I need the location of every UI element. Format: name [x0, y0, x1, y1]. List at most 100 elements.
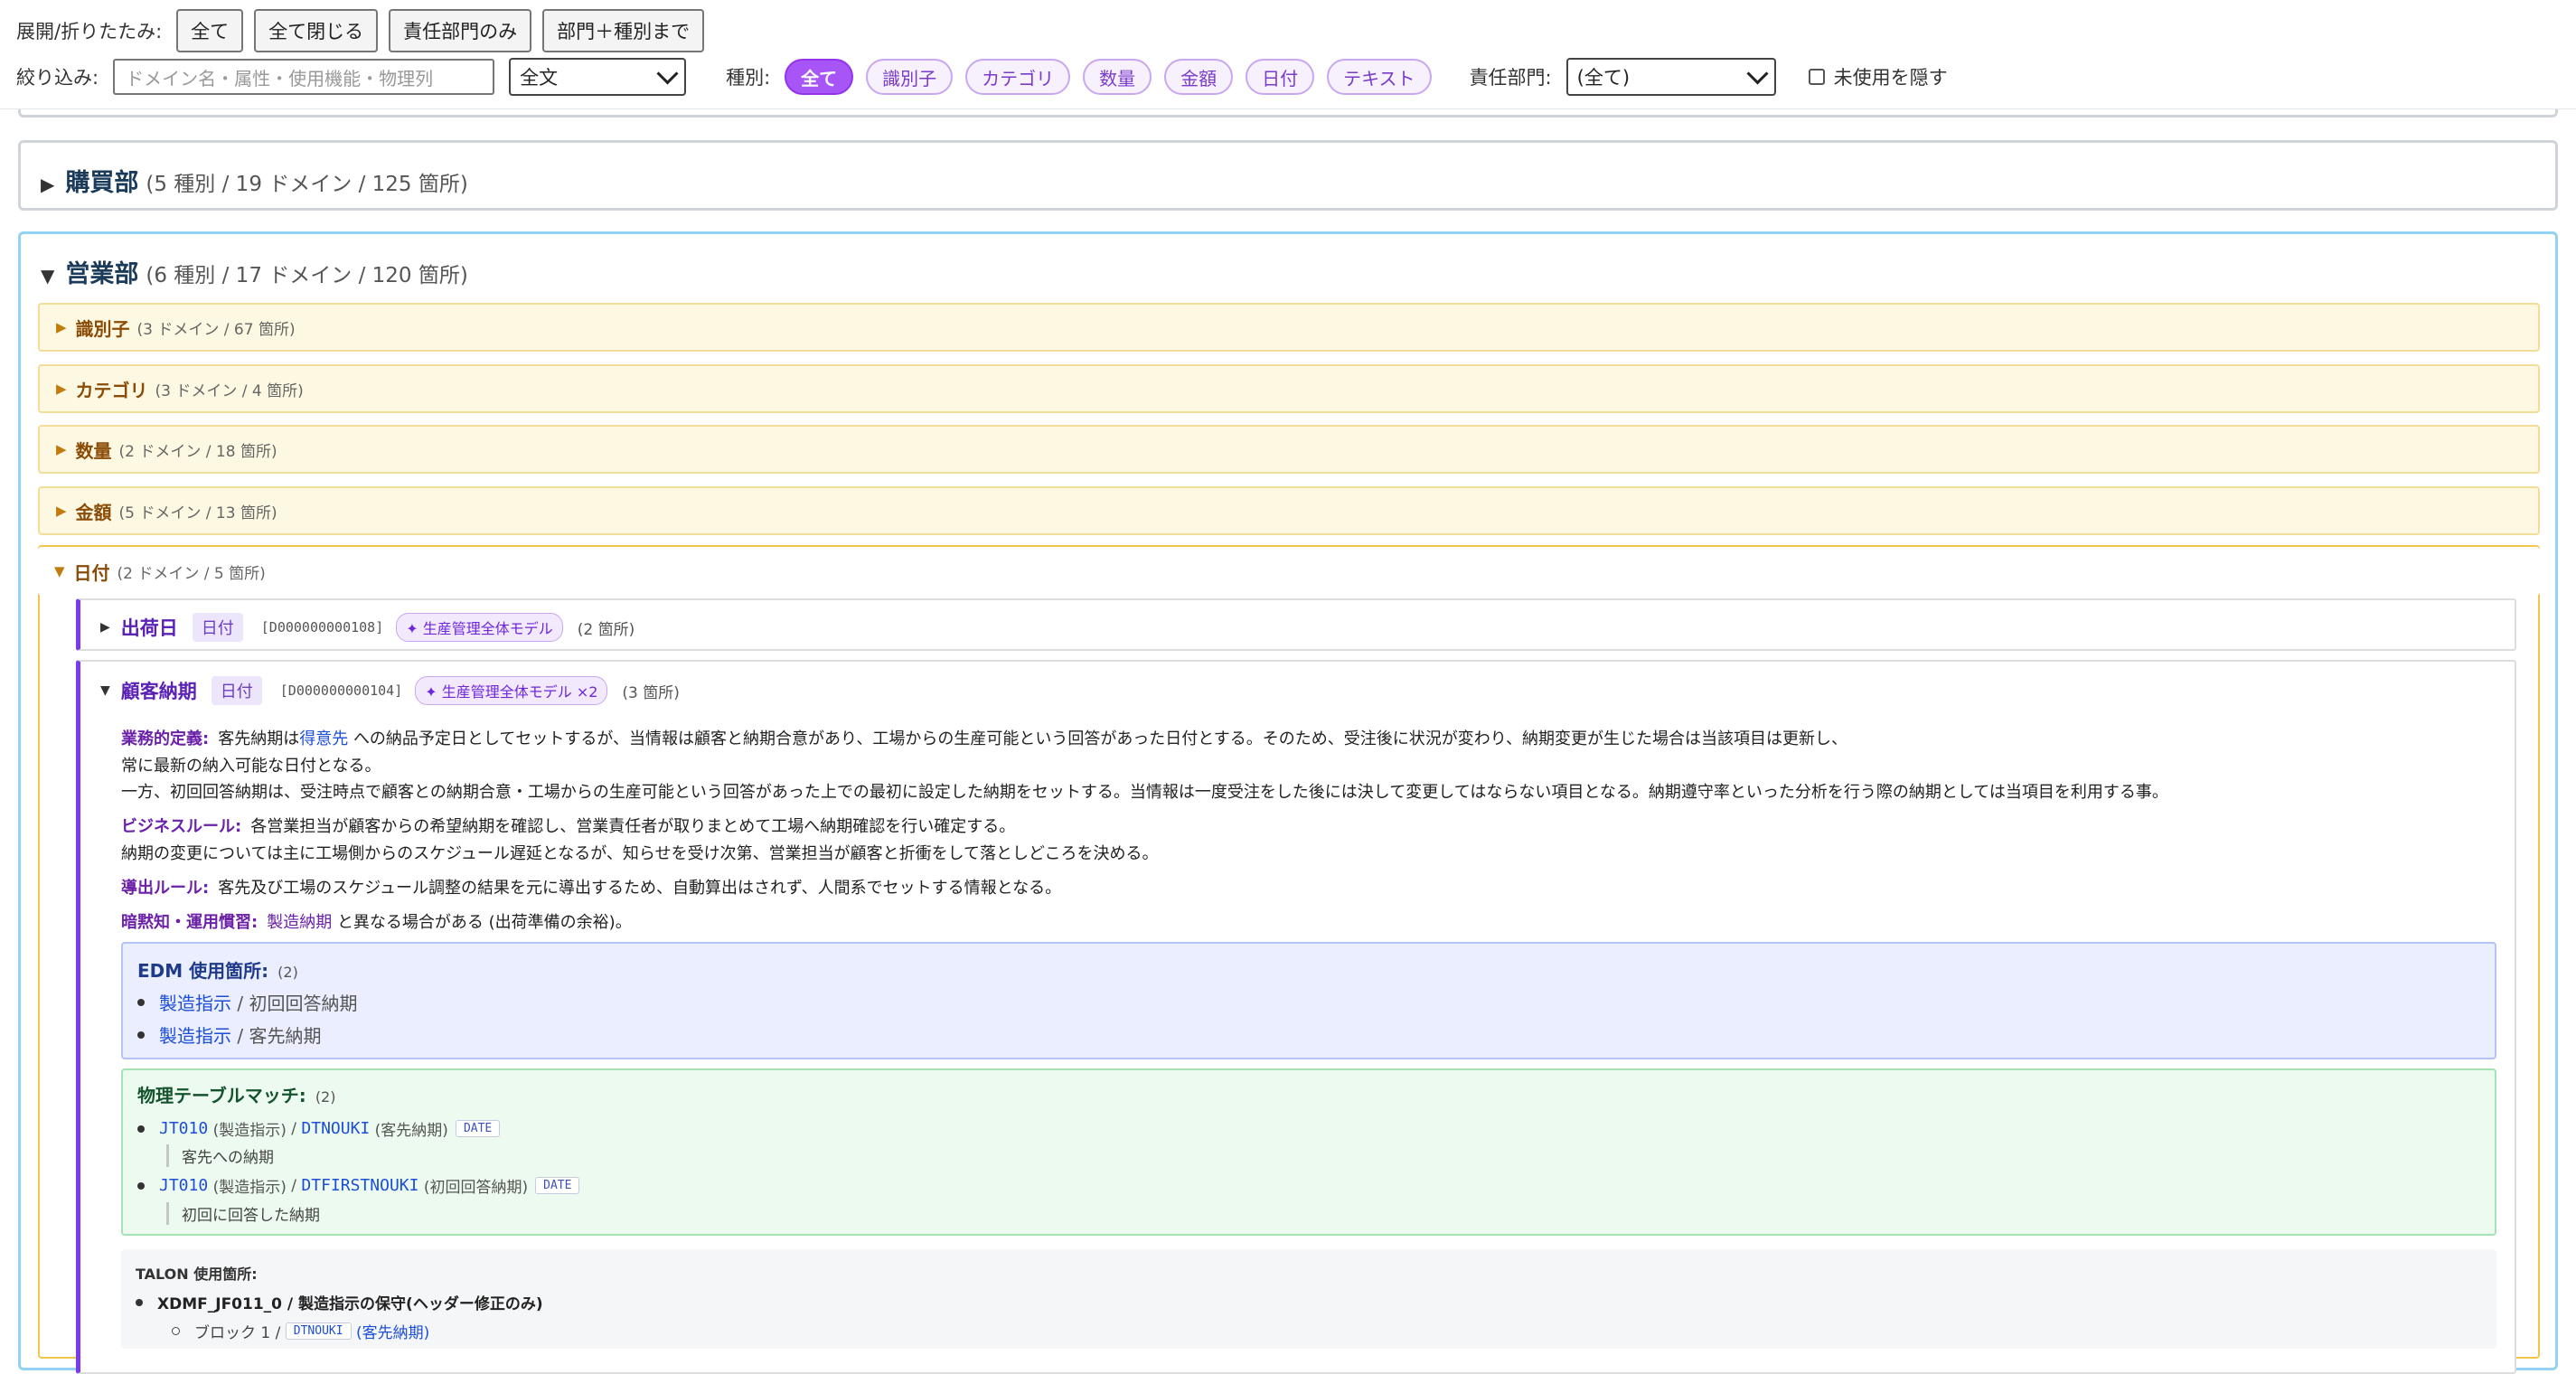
table-link[interactable]: JT010: [159, 1119, 208, 1138]
kind-chip-date[interactable]: 日付: [1246, 59, 1315, 95]
expand-down-icon: ▼: [100, 683, 110, 698]
business-rule-line-2: 納期の変更については主に工場側からのスケジュール遅延となるが、知らせを受け次第、…: [121, 844, 1159, 863]
physical-match-item: JT010 (製造指示) / DTNOUKI (客先納期) DATE: [137, 1117, 501, 1140]
column-link[interactable]: DTNOUKI: [301, 1119, 370, 1138]
domain-id: [D000000000104]: [279, 682, 403, 699]
bullet-icon: [136, 1298, 143, 1306]
category-stats: (3 ドメイン / 4 箇所): [155, 381, 304, 400]
domain-id: [D000000000108]: [260, 619, 384, 635]
category-name: 識別子: [75, 317, 130, 340]
derivation-rule-key: 導出ルール:: [121, 879, 210, 898]
hide-unused-label: 未使用を隠す: [1833, 67, 1948, 89]
filter-row: 絞り込み: ドメイン名・属性・使用機能・物理列 全文 種別: 全て 識別子 カテ…: [16, 58, 1962, 96]
filter-toolbar: 展開/折りたたみ: 全て 全て閉じる 責任部門のみ 部門＋種別まで 絞り込み: …: [0, 0, 2576, 109]
dept-stats: (5 種別 / 19 ドメイン / 125 箇所): [146, 173, 468, 196]
category-name: 数量: [75, 439, 112, 462]
category-name: 金額: [75, 501, 112, 523]
physical-count: (2): [315, 1088, 336, 1106]
edm-title-text: EDM 使用箇所:: [137, 960, 269, 982]
table-link[interactable]: JT010: [159, 1176, 208, 1195]
physical-title-text: 物理テーブルマッチ:: [137, 1085, 306, 1106]
category-stats: (3 ドメイン / 67 箇所): [136, 320, 296, 339]
model-tag: ✦ 生産管理全体モデル ×2: [415, 676, 608, 705]
category-row-category[interactable]: ▶ カテゴリ (3 ドメイン / 4 箇所): [38, 364, 2540, 413]
column-code-tag[interactable]: DTNOUKI: [285, 1322, 352, 1340]
manufacturing-due-date-link[interactable]: 製造納期: [267, 913, 332, 932]
edm-item-rest: / 初回回答納期: [237, 993, 358, 1014]
column-note: 客先への納期: [166, 1144, 274, 1167]
edm-usage-item: 製造指示 / 客先納期: [137, 1021, 321, 1048]
edm-link[interactable]: 製造指示: [159, 989, 231, 1015]
kind-chip-all[interactable]: 全て: [785, 59, 854, 95]
table-name: (製造指示): [212, 1122, 287, 1140]
chevron-down-icon: [1746, 61, 1769, 85]
category-row-identifier[interactable]: ▶ 識別子 (3 ドメイン / 67 箇所): [38, 303, 2540, 352]
expand-all-button[interactable]: 全て: [176, 9, 244, 52]
expand-right-icon: ▶: [56, 503, 67, 519]
derivation-rule-line: 導出ルール: 客先及び工場のスケジュール調整の結果を元に導出するため、自動算出はさ…: [121, 875, 1061, 899]
edm-link[interactable]: 製造指示: [159, 1021, 231, 1048]
category-row-date[interactable]: ▼ 日付 (2 ドメイン / 5 箇所): [38, 547, 2540, 596]
domain-header[interactable]: ▶ 出荷日 日付 [D000000000108] ✦ 生産管理全体モデル (2 …: [100, 613, 635, 642]
talon-usage-box: TALON 使用箇所: XDMF_JF011_0 / 製造指示の保守(ヘッダー修…: [121, 1249, 2496, 1349]
business-definition-line-2: 常に最新の納入可能な日付となる。: [121, 757, 381, 776]
category-row-quantity[interactable]: ▶ 数量 (2 ドメイン / 18 箇所): [38, 425, 2540, 474]
expand-down-icon: ▼: [41, 265, 55, 287]
business-rule-line-1: ビジネスルール: 各営業担当が顧客からの希望納期を確認し、営業責任者が取りまとめて…: [121, 814, 1015, 837]
dept-select-value: (全て): [1576, 67, 1631, 89]
bullet-icon: [137, 998, 145, 1006]
expand-label: 展開/折りたたみ:: [16, 21, 163, 42]
column-name: (初回回答納期): [423, 1179, 529, 1197]
physical-table-match-box: 物理テーブルマッチ: (2) JT010 (製造指示) / DTNOUKI (客先…: [121, 1068, 2496, 1236]
category-stats: (2 ドメイン / 18 箇所): [118, 442, 277, 461]
kind-chip-identifier[interactable]: 識別子: [866, 59, 954, 95]
model-tag: ✦ 生産管理全体モデル: [396, 613, 563, 642]
kind-chip-category[interactable]: カテゴリ: [965, 59, 1071, 95]
expand-right-icon: ▶: [56, 381, 67, 397]
physical-match-item: JT010 (製造指示) / DTFIRSTNOUKI (初回回答納期) DAT…: [137, 1174, 580, 1197]
category-row-amount[interactable]: ▶ 金額 (5 ドメイン / 13 箇所): [38, 486, 2540, 535]
text: 各営業担当が顧客からの希望納期を確認し、営業責任者が取りまとめて工場へ納期確認を…: [250, 817, 1016, 836]
scope-select-value: 全文: [520, 67, 559, 89]
column-name-link[interactable]: (客先納期): [356, 1320, 429, 1342]
circle-bullet-icon: [172, 1327, 180, 1335]
separator: /: [291, 1119, 296, 1138]
dept-stats: (6 種別 / 17 ドメイン / 120 箇所): [146, 264, 468, 287]
dept-label: 責任部門:: [1469, 67, 1552, 89]
talon-title: TALON 使用箇所:: [136, 1266, 258, 1283]
business-definition-line-3: 一方、初回回答納期は、受注時点で顧客との納期合意・工場からの生産可能という回答が…: [121, 783, 2168, 802]
customer-link[interactable]: 得意先: [299, 729, 348, 748]
type-tag: 日付: [211, 676, 262, 705]
dept-header[interactable]: ▼ 営業部 (6 種別 / 17 ドメイン / 120 箇所): [41, 254, 468, 289]
kind-chip-quantity[interactable]: 数量: [1083, 59, 1152, 95]
kind-chip-text[interactable]: テキスト: [1327, 59, 1432, 95]
hide-unused-checkbox[interactable]: [1808, 69, 1825, 85]
category-stats: (5 ドメイン / 13 箇所): [118, 503, 277, 522]
domain-header[interactable]: ▼ 顧客納期 日付 [D000000000104] ✦ 生産管理全体モデル ×2…: [100, 676, 680, 705]
filter-label: 絞り込み:: [16, 67, 99, 89]
column-link[interactable]: DTFIRSTNOUKI: [301, 1176, 418, 1195]
domain-name: 顧客納期: [120, 681, 197, 702]
filter-input[interactable]: ドメイン名・属性・使用機能・物理列: [113, 59, 495, 95]
business-definition-key: 業務的定義:: [121, 729, 210, 748]
dept-and-kind-button[interactable]: 部門＋種別まで: [542, 9, 705, 52]
expand-right-icon: ▶: [100, 620, 110, 635]
responsible-only-button[interactable]: 責任部門のみ: [389, 9, 532, 52]
domain-card-shipping-date[interactable]: ▶ 出荷日 日付 [D000000000108] ✦ 生産管理全体モデル (2 …: [76, 598, 2516, 651]
expand-right-icon: ▶: [41, 174, 55, 195]
physical-table-title: 物理テーブルマッチ: (2): [137, 1081, 335, 1107]
location-count: (2 箇所): [577, 620, 635, 639]
dept-panel-purchasing[interactable]: ▶ 購買部 (5 種別 / 19 ドメイン / 125 箇所): [18, 140, 2558, 211]
scope-select[interactable]: 全文: [509, 58, 687, 96]
dept-name: 購買部: [65, 169, 139, 197]
edm-usage-item: 製造指示 / 初回回答納期: [137, 989, 357, 1015]
kind-chip-amount[interactable]: 金額: [1164, 59, 1234, 95]
text: 客先納期は: [218, 729, 300, 748]
chevron-down-icon: [656, 61, 679, 85]
collapse-all-button[interactable]: 全て閉じる: [254, 9, 379, 52]
edm-count: (2): [277, 964, 298, 981]
type-tag: 日付: [192, 613, 243, 642]
dept-select[interactable]: (全て): [1565, 58, 1776, 96]
edm-usage-box: EDM 使用箇所: (2) 製造指示 / 初回回答納期 製造指示 / 客先納期: [121, 942, 2496, 1059]
dept-header[interactable]: ▶ 購買部 (5 種別 / 19 ドメイン / 125 箇所): [41, 163, 468, 198]
